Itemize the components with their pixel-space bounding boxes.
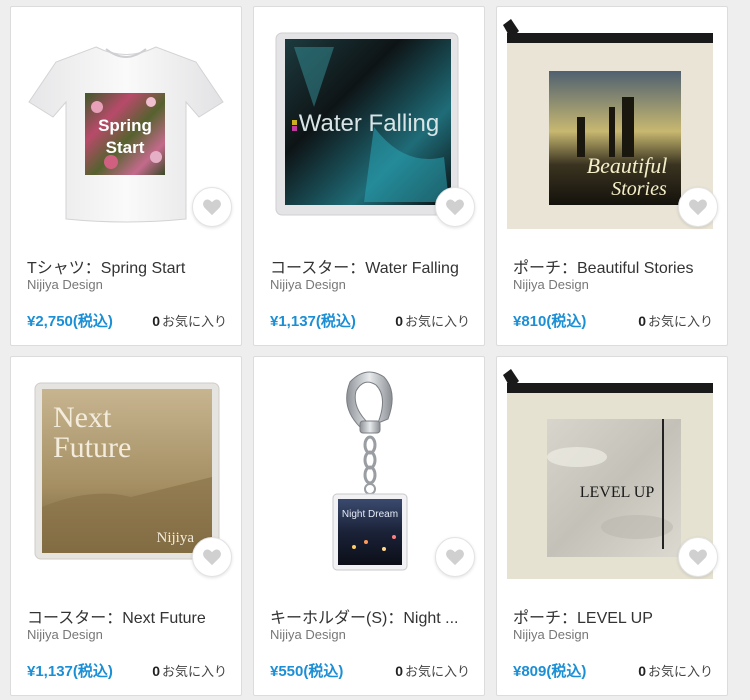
favorite-button[interactable]	[192, 187, 232, 227]
heart-icon	[446, 199, 464, 216]
product-price: ¥2,750(税込)	[27, 313, 113, 330]
shop-name[interactable]: Nijiya Design	[27, 277, 103, 292]
favorite-count-number: 0	[395, 663, 403, 679]
product-price: ¥1,137(税込)	[27, 663, 113, 680]
favorite-count: 0 お気に入り	[395, 661, 470, 680]
print-text: Night Dream	[342, 509, 398, 520]
product-title[interactable]: コースター：Water Falling	[270, 254, 475, 278]
product-card[interactable]: Next Future Nijiya コースター：Next Future Nij…	[10, 356, 242, 696]
print-text: Beautiful	[587, 153, 668, 178]
print-text: Future	[53, 431, 131, 464]
product-price: ¥550(税込)	[270, 663, 344, 680]
print-text: Spring	[98, 116, 152, 135]
heart-icon	[689, 549, 707, 566]
heart-icon	[203, 199, 221, 216]
product-title[interactable]: ポーチ：LEVEL UP	[513, 604, 718, 628]
print-text: LEVEL UP	[580, 484, 655, 501]
print-text: Water Falling	[299, 110, 439, 137]
product-card[interactable]: Water Falling コースター：Water Falling Nijiya…	[253, 6, 485, 346]
favorite-label: お気に入り	[404, 664, 470, 679]
heart-icon	[203, 549, 221, 566]
favorite-label: お気に入り	[161, 664, 227, 679]
heart-icon	[446, 549, 464, 566]
product-price: ¥810(税込)	[513, 313, 587, 330]
product-title[interactable]: キーホルダー(S)：Night ...	[270, 604, 475, 628]
shop-name[interactable]: Nijiya Design	[513, 627, 589, 642]
product-title[interactable]: Tシャツ：Spring Start	[27, 254, 232, 278]
favorite-count: 0 お気に入り	[152, 311, 227, 330]
heart-icon	[689, 199, 707, 216]
favorite-label: お気に入り	[647, 664, 713, 679]
product-grid: Spring Start Tシャツ：Spring Start Nijiya De…	[0, 0, 750, 700]
product-price: ¥809(税込)	[513, 663, 587, 680]
shop-name[interactable]: Nijiya Design	[270, 277, 346, 292]
favorite-label: お気に入り	[647, 314, 713, 329]
product-title[interactable]: ポーチ：Beautiful Stories	[513, 254, 718, 278]
print-text: Next	[53, 401, 112, 434]
shop-name[interactable]: Nijiya Design	[270, 627, 346, 642]
favorite-button[interactable]	[678, 187, 718, 227]
favorite-button[interactable]	[678, 537, 718, 577]
favorite-count: 0 お気に入り	[638, 661, 713, 680]
favorite-count: 0 お気に入り	[152, 661, 227, 680]
product-title[interactable]: コースター：Next Future	[27, 604, 232, 628]
product-card[interactable]: Spring Start Tシャツ：Spring Start Nijiya De…	[10, 6, 242, 346]
favorite-label: お気に入り	[404, 314, 470, 329]
favorite-button[interactable]	[192, 537, 232, 577]
shop-name[interactable]: Nijiya Design	[513, 277, 589, 292]
product-price: ¥1,137(税込)	[270, 313, 356, 330]
favorite-count-number: 0	[638, 313, 646, 329]
print-text: Nijiya	[157, 530, 195, 546]
print-text: Stories	[611, 178, 667, 200]
product-card[interactable]: Beautiful Stories ポーチ：Beautiful Stories …	[496, 6, 728, 346]
favorite-label: お気に入り	[161, 314, 227, 329]
favorite-button[interactable]	[435, 537, 475, 577]
product-card[interactable]: Night Dream キーホルダー(S)：Night ... Nijiya D…	[253, 356, 485, 696]
shop-name[interactable]: Nijiya Design	[27, 627, 103, 642]
favorite-count-number: 0	[152, 663, 160, 679]
favorite-count: 0 お気に入り	[638, 311, 713, 330]
product-card[interactable]: LEVEL UP ポーチ：LEVEL UP Nijiya Design ¥809…	[496, 356, 728, 696]
favorite-count-number: 0	[638, 663, 646, 679]
favorite-count: 0 お気に入り	[395, 311, 470, 330]
favorite-button[interactable]	[435, 187, 475, 227]
print-text: Start	[106, 138, 145, 157]
favorite-count-number: 0	[152, 313, 160, 329]
favorite-count-number: 0	[395, 313, 403, 329]
